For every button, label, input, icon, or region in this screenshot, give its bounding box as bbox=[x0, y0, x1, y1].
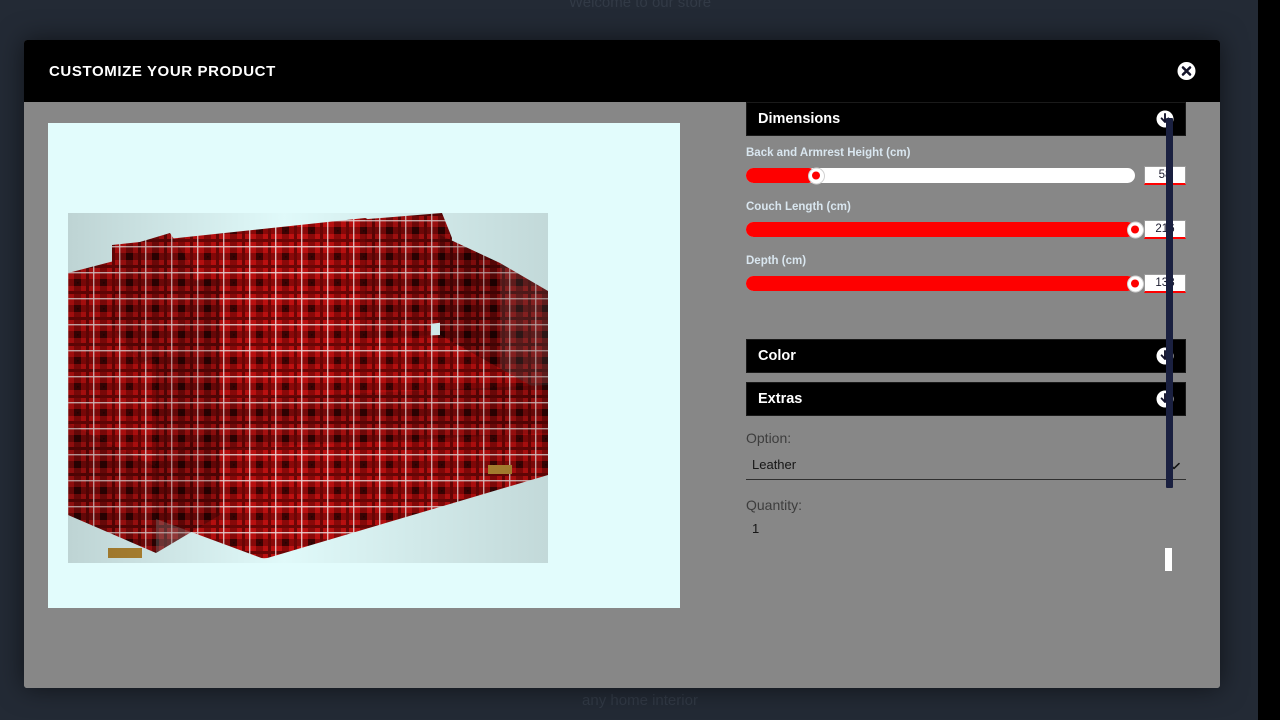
dimension-field-couch-length: Couch Length (cm) 216 bbox=[746, 201, 1186, 239]
page-right-edge-strip bbox=[1258, 0, 1280, 720]
modal-header: CUSTOMIZE YOUR PRODUCT bbox=[24, 40, 1220, 102]
value-input-couch-length[interactable]: 216 bbox=[1144, 220, 1186, 239]
panel-spacer bbox=[736, 313, 1196, 339]
slider-thumb[interactable] bbox=[808, 168, 824, 183]
background-bottom-text: any home interior bbox=[582, 692, 698, 709]
field-label: Back and Armrest Height (cm) bbox=[746, 147, 911, 159]
section-title-dimensions: Dimensions bbox=[758, 111, 841, 127]
slider-couch-length[interactable] bbox=[746, 222, 1143, 237]
slider-back-and-armrest-height[interactable] bbox=[746, 168, 1135, 183]
close-icon[interactable] bbox=[1177, 62, 1196, 81]
customize-product-modal: CUSTOMIZE YOUR PRODUCT Dimensions Back a… bbox=[24, 40, 1220, 688]
field-label: Depth (cm) bbox=[746, 255, 807, 267]
option-label: Option: bbox=[746, 430, 792, 446]
panel-spacer bbox=[736, 373, 1196, 382]
option-selected-value: Leather bbox=[752, 457, 797, 472]
page-scrollbar[interactable] bbox=[1165, 548, 1172, 571]
slider-depth[interactable] bbox=[746, 276, 1143, 291]
slider-thumb[interactable] bbox=[1127, 222, 1143, 237]
modal-body: Dimensions Back and Armrest Height (cm) bbox=[24, 102, 1220, 688]
section-title-extras: Extras bbox=[758, 391, 803, 407]
customization-panel: Dimensions Back and Armrest Height (cm) bbox=[736, 102, 1196, 688]
dimension-field-depth: Depth (cm) 133 bbox=[746, 255, 1186, 293]
product-3d-viewer[interactable] bbox=[48, 123, 680, 608]
section-body-dimensions: Back and Armrest Height (cm) 58 Couch Le… bbox=[736, 136, 1196, 313]
couch-render bbox=[68, 213, 548, 563]
option-select[interactable]: Leather bbox=[746, 454, 1186, 480]
background-top-text: Welcome to our store bbox=[568, 0, 712, 11]
value-input-back-and-armrest-height[interactable]: 58 bbox=[1144, 166, 1186, 185]
slider-fill bbox=[746, 168, 817, 183]
page-title: CUSTOMIZE YOUR PRODUCT bbox=[49, 62, 276, 80]
section-body-extras: Option: Leather Quantity: 1 bbox=[736, 416, 1196, 536]
slider-fill bbox=[746, 276, 1135, 291]
section-title-color: Color bbox=[758, 348, 796, 364]
section-header-dimensions[interactable]: Dimensions bbox=[746, 102, 1186, 136]
page-root: Welcome to our store any home interior C… bbox=[0, 0, 1280, 720]
quantity-input[interactable]: 1 bbox=[746, 521, 1186, 536]
slider-thumb[interactable] bbox=[1127, 276, 1143, 291]
section-header-color[interactable]: Color bbox=[746, 339, 1186, 373]
quantity-label: Quantity: bbox=[746, 497, 803, 513]
section-header-extras[interactable]: Extras bbox=[746, 382, 1186, 416]
field-label: Couch Length (cm) bbox=[746, 201, 851, 213]
dimension-field-back-and-armrest-height: Back and Armrest Height (cm) 58 bbox=[746, 147, 1186, 185]
value-input-depth[interactable]: 133 bbox=[1144, 274, 1186, 293]
slider-fill bbox=[746, 222, 1135, 237]
panel-scrollbar[interactable] bbox=[1166, 118, 1173, 488]
